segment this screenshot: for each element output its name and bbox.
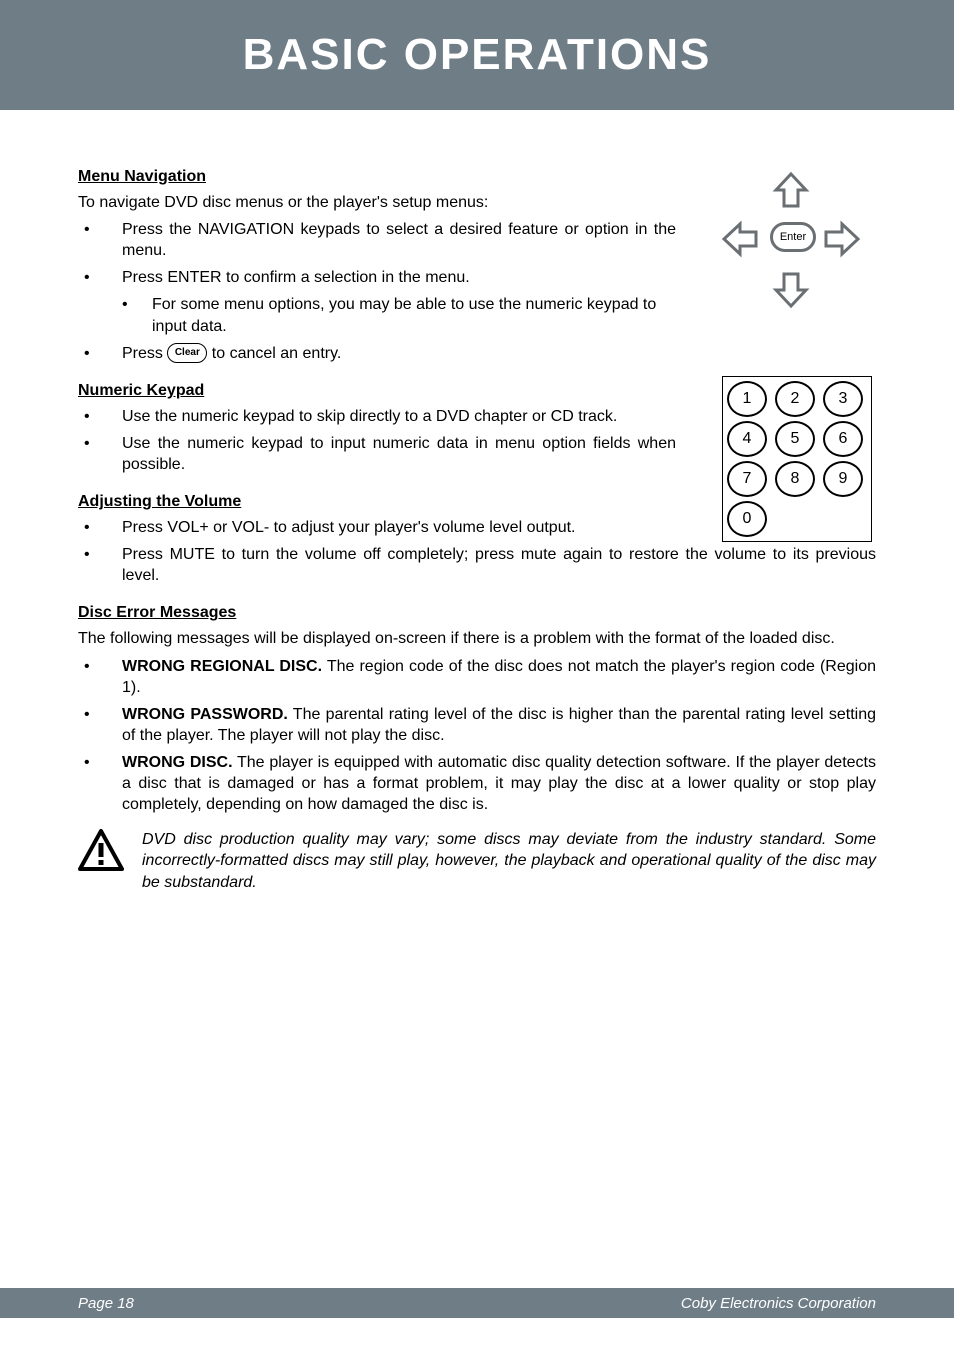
error-name: WRONG DISC. [122,754,233,771]
warning-text: DVD disc production quality may vary; so… [142,829,876,892]
page-title: BASIC OPERATIONS [243,30,712,80]
text-fragment: Press [122,345,167,362]
page-number: Page 18 [78,1295,134,1312]
list-item: Press the NAVIGATION keypads to select a… [78,219,876,261]
list-item: For some menu options, you may be able t… [78,294,876,336]
header-band: BASIC OPERATIONS [0,0,954,110]
list-item: Press MUTE to turn the volume off comple… [78,544,876,586]
list-item: Use the numeric keypad to input numeric … [78,433,876,475]
list-item: WRONG REGIONAL DISC. The region code of … [78,656,876,698]
heading-disc-errors: Disc Error Messages [78,604,876,622]
clear-button-icon: Clear [167,343,207,363]
error-name: WRONG PASSWORD. [122,706,288,723]
list-item: Press ENTER to confirm a selection in th… [78,267,876,288]
text-fragment: to cancel an entry. [207,345,341,362]
footer-company: Coby Electronics Corporation [681,1295,876,1312]
arrow-up-icon [770,170,812,212]
footer-band: Page 18 Coby Electronics Corporation [0,1288,954,1318]
warning-icon [78,829,124,892]
errors-intro: The following messages will be displayed… [78,628,876,649]
list-item: WRONG DISC. The player is equipped with … [78,752,876,815]
list-item: WRONG PASSWORD. The parental rating leve… [78,704,876,746]
warning-note: DVD disc production quality may vary; so… [78,829,876,892]
error-desc: The player is equipped with automatic di… [122,754,876,813]
list-item: Press VOL+ or VOL- to adjust your player… [78,517,876,538]
error-name: WRONG REGIONAL DISC. [122,658,322,675]
list-item: Use the numeric keypad to skip directly … [78,406,876,427]
list-item: Press Clear to cancel an entry. [78,343,876,364]
